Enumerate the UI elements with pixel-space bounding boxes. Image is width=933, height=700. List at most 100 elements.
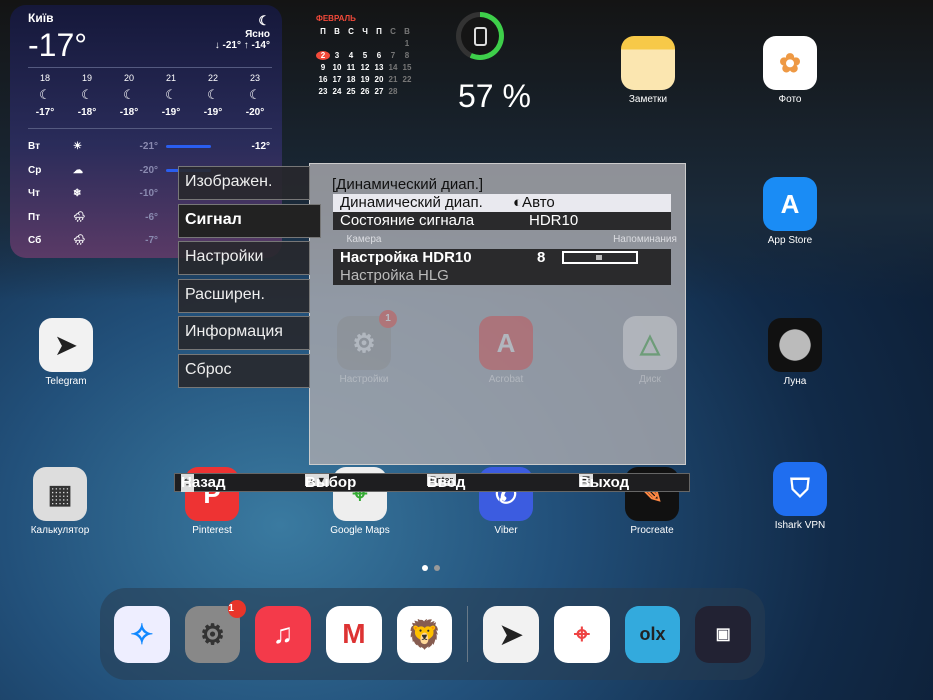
app-label: Telegram	[45, 376, 87, 387]
gmail-icon[interactable]: M	[326, 605, 382, 663]
hourly-forecast: 22 ☾ -19°	[196, 73, 230, 128]
app-moon[interactable]: Луна	[755, 318, 835, 387]
hour-temp: -17°	[35, 107, 55, 118]
calendar-day[interactable]: 3	[330, 51, 344, 60]
tab-signal[interactable]: Сигнал	[178, 203, 321, 238]
hourly-forecast: 20 ☾ -18°	[112, 73, 146, 128]
music-icon[interactable]: ♫	[255, 605, 312, 663]
calendar-day[interactable]: 5	[358, 51, 372, 60]
calendar-day[interactable]: 17	[330, 75, 344, 84]
moon-icon: ☾	[165, 87, 177, 102]
calendar-day[interactable]: 24	[330, 87, 344, 96]
tab-image[interactable]: Изображен.	[178, 166, 310, 200]
menu-item-signal-state: Состояние сигнала HDR10	[333, 212, 671, 230]
calendar-day[interactable]: 1	[400, 39, 414, 48]
telegram-icon[interactable]: ➤	[483, 605, 540, 663]
calendar-day[interactable]: 10	[330, 63, 344, 72]
app-telegram[interactable]: ➤ Telegram	[26, 318, 106, 387]
app-photos[interactable]: ✿ Фото	[750, 36, 830, 105]
hour-label: 18	[39, 73, 50, 83]
page-indicator[interactable]	[422, 565, 440, 571]
calendar-day[interactable]: 27	[372, 87, 386, 96]
app-camera-label[interactable]: Камера	[321, 234, 407, 245]
calendar-day[interactable]: 14	[386, 63, 400, 72]
hour-temp: -19°	[203, 107, 223, 118]
calendar-day[interactable]: 26	[358, 87, 372, 96]
hour-label: 22	[207, 73, 218, 83]
app-calculator[interactable]: ▦ Калькулятор	[20, 467, 100, 536]
calendar-day[interactable]: 11	[344, 63, 358, 72]
moon-icon: ☾	[258, 13, 270, 28]
hourly-forecast: 18 ☾ -17°	[28, 73, 62, 128]
maps-icon[interactable]: ⌖	[554, 605, 610, 663]
app-notes[interactable]: Заметки	[608, 36, 688, 105]
item-value: 8	[537, 249, 546, 266]
day-label: Пт	[28, 211, 41, 223]
app-label: Google Maps	[330, 525, 390, 536]
moon-app-icon	[768, 318, 822, 372]
calculator-icon: ▦	[33, 467, 87, 521]
calendar-day[interactable]: 15	[400, 63, 414, 72]
calendar-day[interactable]: 16	[316, 75, 330, 84]
app-ishark[interactable]: ⛉ Ishark VPN	[760, 462, 840, 531]
hour-temp: -20°	[245, 107, 265, 118]
calendar-day[interactable]: 21	[386, 75, 400, 84]
app-acrobat[interactable]: A Acrobat	[466, 316, 546, 385]
tab-info[interactable]: Информация	[178, 316, 310, 350]
day-label: Чт	[28, 188, 40, 200]
app-folder-icon[interactable]: ▣	[695, 605, 752, 663]
calendar-widget[interactable]: ФЕВРАЛЬ П В С Ч П С В 1 2 3 4 5 6 7 8 9 10 11 12 13 14 15 16 17…	[316, 14, 414, 96]
calendar-day[interactable]: 4	[344, 51, 358, 60]
app-label: Диск	[639, 374, 661, 385]
hdr10-slider[interactable]	[562, 251, 638, 264]
olx-icon[interactable]: olx	[624, 605, 681, 663]
app-reminders-label[interactable]: Напоминания	[602, 234, 688, 245]
app-appstore[interactable]: A App Store	[750, 177, 830, 246]
tab-settings[interactable]: Настройки	[178, 241, 310, 275]
battery-ring	[456, 12, 504, 60]
calendar-day[interactable]: 19	[358, 75, 372, 84]
calendar-day[interactable]: 20	[372, 75, 386, 84]
tab-extended[interactable]: Расширен.	[178, 278, 310, 313]
telegram-icon: ➤	[39, 318, 93, 372]
back-hint: Назад	[181, 474, 226, 491]
weekday-label: П	[376, 27, 382, 36]
brave-icon[interactable]: 🦁	[396, 605, 453, 663]
calendar-day[interactable]: 18	[344, 75, 358, 84]
hour-temp: -18°	[119, 107, 139, 118]
calendar-day[interactable]: 2	[316, 51, 330, 60]
menu-item-hdr10[interactable]: Настройка HDR10 8	[333, 249, 671, 267]
calendar-day[interactable]: 9	[316, 63, 330, 72]
day-label: Ср	[28, 164, 42, 176]
settings-icon[interactable]: ⚙ 1	[184, 599, 247, 663]
hourly-forecast: 23 ☾ -20°	[238, 73, 272, 128]
hourly-forecast: 19 ☾ -18°	[70, 73, 104, 128]
calendar-day[interactable]: 13	[372, 63, 386, 72]
menu-item-dynamic-range[interactable]: Динамический диап. ◐Авто	[333, 194, 671, 212]
calendar-day[interactable]: 12	[358, 63, 372, 72]
hour-temp: -18°	[77, 107, 97, 118]
calendar-day[interactable]: 8	[400, 51, 414, 60]
calendar-day[interactable]: 22	[400, 75, 414, 84]
day-low: -6°	[145, 211, 158, 223]
tab-reset[interactable]: Сброс	[178, 353, 310, 388]
notes-icon	[621, 36, 675, 90]
app-settings[interactable]: ⚙ 1 Настройки	[324, 310, 404, 385]
weather-icon: ☁	[73, 164, 83, 176]
calendar-month: ФЕВРАЛЬ	[316, 14, 356, 23]
menu-item-hlg[interactable]: Настройка HLG	[333, 267, 671, 285]
calendar-day[interactable]: 28	[386, 87, 400, 96]
calendar-day[interactable]: 23	[316, 87, 330, 96]
moon-icon: ☾	[123, 87, 135, 102]
enter-hint: Ввод	[427, 474, 466, 491]
safari-icon[interactable]: ✧	[114, 605, 170, 663]
hour-label: 21	[165, 73, 176, 83]
slider-thumb[interactable]	[596, 255, 602, 260]
app-drive[interactable]: △ Диск	[610, 316, 690, 385]
calendar-day[interactable]: 25	[344, 87, 358, 96]
settings-icon: ⚙ 1	[337, 310, 397, 370]
calendar-day[interactable]: 7	[386, 51, 400, 60]
calendar-day[interactable]: 6	[372, 51, 386, 60]
moon-icon: ☾	[207, 87, 219, 102]
moon-icon: ☾	[39, 87, 51, 102]
